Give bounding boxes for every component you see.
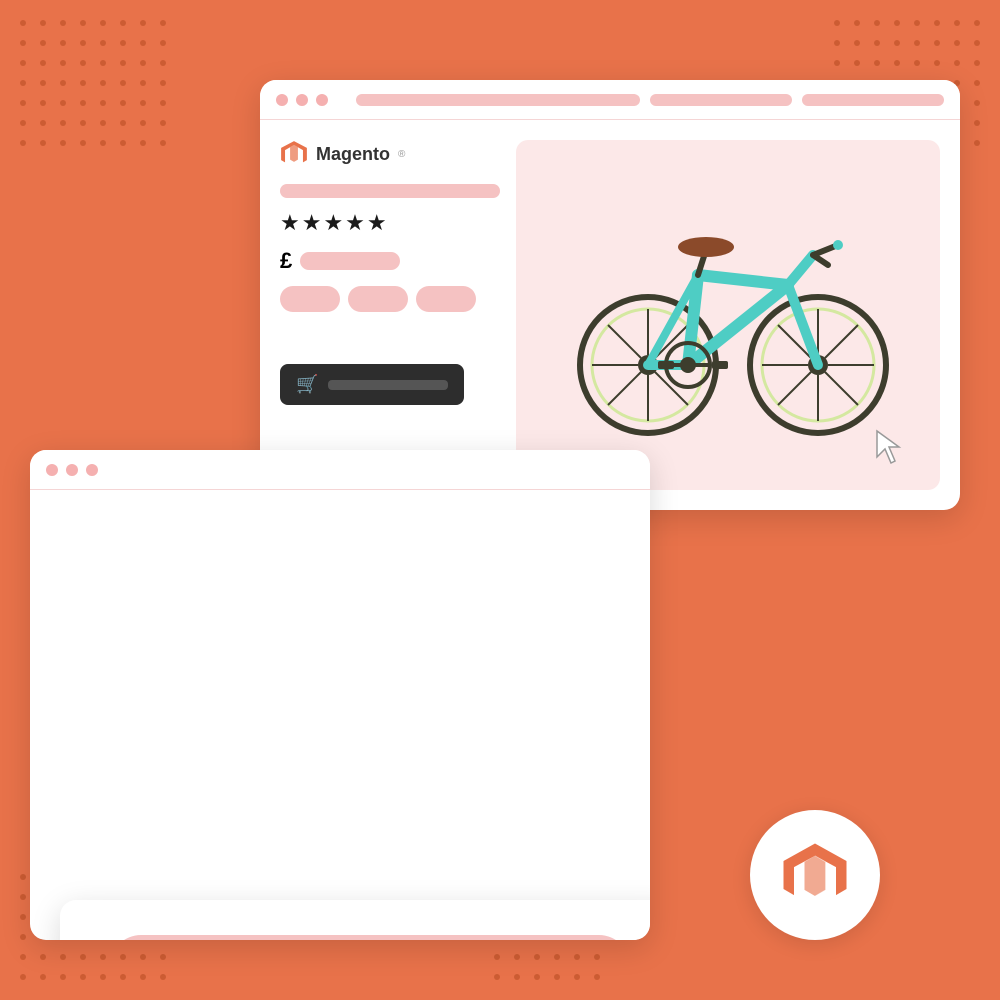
magento-logo-icon [280,140,308,168]
bicycle-illustration [558,185,898,445]
product-tags-row [280,286,500,312]
price-value-bar [300,252,400,270]
cursor-icon [875,429,905,465]
magento-logo-text: Magento [316,144,390,165]
product-price-row: £ [280,248,500,274]
add-to-cart-bar [328,380,448,390]
magento-badge [750,810,880,940]
product-info-panel: Magento ® ★★★★★ £ 🛒 [280,140,500,490]
add-to-cart-button[interactable]: 🛒 [280,364,464,405]
magento-badge-icon [780,840,850,910]
window-dot-3 [316,94,328,106]
address-bar-main [356,94,640,106]
window-dot-5 [66,464,78,476]
window-dot-2 [296,94,308,106]
dots-top-left [20,20,166,146]
tag-2 [348,286,408,312]
title-bar-top [260,80,960,120]
window-dot-1 [276,94,288,106]
browser-window-top: Magento ® ★★★★★ £ 🛒 [260,80,960,510]
menu-item-support[interactable]: Support [110,935,630,940]
services-menu: Support Development UI Design & CX Secur… [60,900,650,940]
address-bar-nav-1 [650,94,792,106]
tag-1 [280,286,340,312]
product-image-area [516,140,940,490]
browser-window-bottom: Support Development UI Design & CX Secur… [30,450,650,940]
tag-3 [416,286,476,312]
product-stars: ★★★★★ [280,210,500,236]
window-dot-6 [86,464,98,476]
product-title-bar [280,184,500,198]
window-dot-4 [46,464,58,476]
cart-icon: 🛒 [296,374,318,395]
address-bar-nav-2 [802,94,944,106]
title-bar-bottom [30,450,650,490]
price-symbol: £ [280,248,292,274]
